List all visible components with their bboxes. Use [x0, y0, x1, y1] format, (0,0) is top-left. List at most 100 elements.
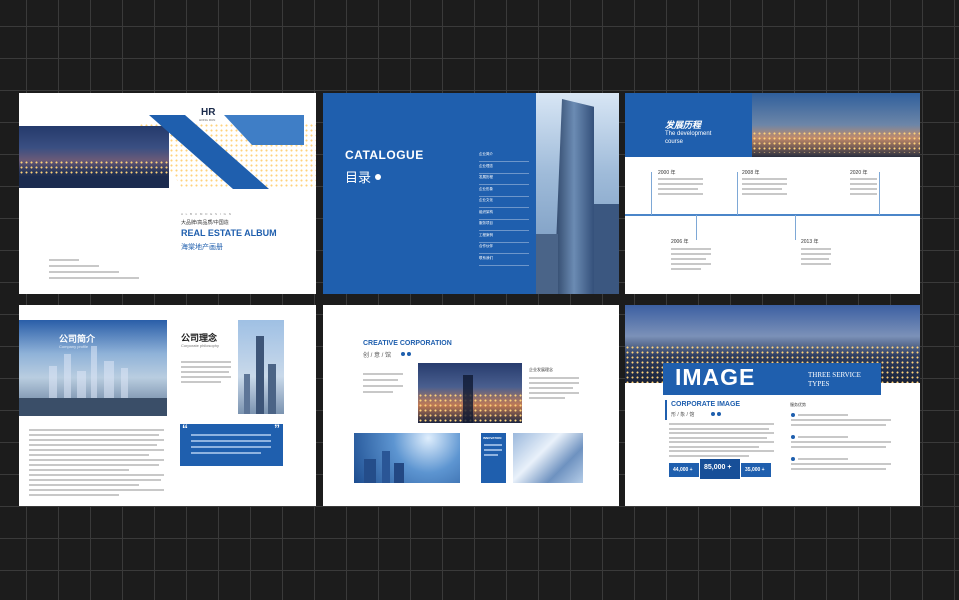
image-right-text-line	[791, 468, 886, 470]
creative-network-photo	[354, 433, 460, 483]
catalogue-item-label: 企业形象	[479, 186, 493, 191]
profile-text-line	[29, 439, 164, 441]
profile-subtitle: Company profile	[59, 344, 89, 349]
timeline-text	[658, 183, 703, 185]
development-title-cn: 发展历程	[665, 120, 702, 130]
image-right-text-line	[798, 458, 848, 460]
catalogue-skyscraper-photo	[536, 93, 619, 294]
image-right-text-line	[791, 446, 886, 448]
profile-text-line	[29, 474, 164, 476]
cover-spaced-text: A L B U M D E S I G N	[181, 212, 232, 216]
timeline-text	[671, 268, 701, 270]
creative-text	[363, 385, 403, 387]
profile-text-line	[29, 489, 164, 491]
page-development: 发展历程 The development course 2000 年 2008 …	[625, 93, 920, 294]
catalogue-item-label: 企业文化	[479, 198, 493, 202]
quote-text	[191, 446, 271, 448]
timeline-text	[850, 188, 877, 190]
quote-close-icon: ”	[274, 422, 280, 436]
timeline-text	[658, 178, 703, 180]
timeline-node-2008	[737, 172, 738, 215]
catalogue-item[interactable]: 企业形象	[479, 186, 529, 197]
catalogue-item[interactable]: 组织架构	[479, 209, 529, 220]
quote-text	[191, 440, 271, 442]
catalogue-item[interactable]: 发展历程	[479, 174, 529, 185]
innovation-card	[481, 433, 506, 483]
image-text-line	[669, 441, 774, 443]
image-big-title: IMAGE	[675, 364, 756, 390]
cover-contact-line	[49, 265, 99, 267]
page-cover: HR HONG RUN A L B U M D E S I G N 大品牌/高品…	[19, 93, 316, 294]
image-text-line	[669, 423, 774, 425]
image-service-line-2: TYPES	[808, 380, 830, 388]
timeline-text	[742, 193, 787, 195]
creative-dot-icon	[401, 352, 405, 356]
catalogue-item-label: 合作伙伴	[479, 244, 493, 248]
profile-text-line	[29, 469, 129, 471]
catalogue-item-label: 组织架构	[479, 209, 493, 214]
philosophy-text	[181, 376, 231, 378]
cover-contact-line	[49, 277, 139, 279]
timeline-text	[742, 178, 787, 180]
timeline-node-2006	[696, 215, 697, 240]
creative-subtitle-right: 企业发展理念	[529, 367, 553, 372]
timeline-text	[742, 188, 782, 190]
catalogue-item[interactable]: 企业文化	[479, 197, 529, 208]
image-text-line	[669, 454, 749, 457]
catalogue-item[interactable]: 企业理念	[479, 163, 529, 174]
profile-text-line	[29, 454, 149, 456]
timeline-text	[801, 263, 831, 265]
profile-text-line	[29, 484, 139, 486]
catalogue-title-cn: 目录	[345, 170, 372, 185]
creative-right-text	[529, 382, 579, 384]
catalogue-item-label: 联系我们	[479, 255, 493, 260]
timeline-node-2020	[879, 172, 880, 215]
creative-title-cn: 创 / 意 / 馆	[363, 353, 392, 359]
stat-1: 44,000 +	[673, 467, 693, 473]
logo: HR	[201, 107, 216, 118]
timeline-text	[671, 258, 706, 260]
catalogue-item[interactable]: 合作伙伴	[479, 243, 529, 254]
cover-city-photo-left	[19, 126, 169, 188]
cover-contact-line	[49, 271, 119, 273]
philosophy-text	[181, 371, 229, 373]
corporate-image-title: CORPORATE IMAGE	[671, 401, 741, 408]
profile-text-line	[29, 444, 157, 446]
image-text-line	[669, 445, 759, 448]
catalogue-item[interactable]: 联系我们	[479, 255, 529, 266]
image-right-text-line	[798, 436, 848, 438]
timeline-text	[801, 248, 831, 250]
corporate-image-cn: 形 / 象 / 馆	[671, 412, 695, 418]
catalogue-item-label: 企业理念	[479, 163, 493, 168]
catalogue-item[interactable]: 工程案例	[479, 232, 529, 243]
timeline-text	[658, 193, 703, 195]
timeline-text	[850, 193, 877, 195]
bullet-dot-icon	[791, 435, 795, 439]
profile-text-line	[29, 459, 164, 461]
creative-right-text	[529, 392, 579, 394]
stat-2: 85,000 +	[704, 464, 732, 471]
image-right-text-line	[791, 463, 891, 465]
profile-text-line	[29, 464, 159, 466]
timeline-text	[671, 248, 711, 250]
timeline-text	[658, 188, 698, 190]
quote-text	[191, 452, 261, 454]
philosophy-subtitle: Corporate philosophy	[181, 343, 220, 348]
page-image: IMAGE THREE SERVICE TYPES CORPORATE IMAG…	[625, 305, 920, 506]
timeline-text	[801, 253, 831, 255]
innovation-text	[484, 444, 502, 446]
catalogue-item-label: 工程案例	[479, 232, 493, 237]
creative-night-photo	[418, 363, 522, 423]
image-service-line-1: THREE SERVICE	[808, 371, 861, 379]
image-right-text-line	[791, 441, 891, 443]
timeline-text	[671, 263, 711, 265]
timeline-text	[801, 258, 829, 260]
page-creative: CREATIVE CORPORATION 创 / 意 / 馆 企业发展理念 IN…	[323, 305, 619, 506]
catalogue-item[interactable]: 服务项目	[479, 220, 529, 231]
timeline-text	[742, 183, 787, 185]
catalogue-title-en: CATALOGUE	[345, 148, 424, 162]
profile-text-line	[29, 434, 159, 436]
image-text-line	[669, 427, 769, 430]
catalogue-item[interactable]: 企业简介	[479, 151, 529, 162]
development-title-en-1: The development	[665, 131, 712, 137]
